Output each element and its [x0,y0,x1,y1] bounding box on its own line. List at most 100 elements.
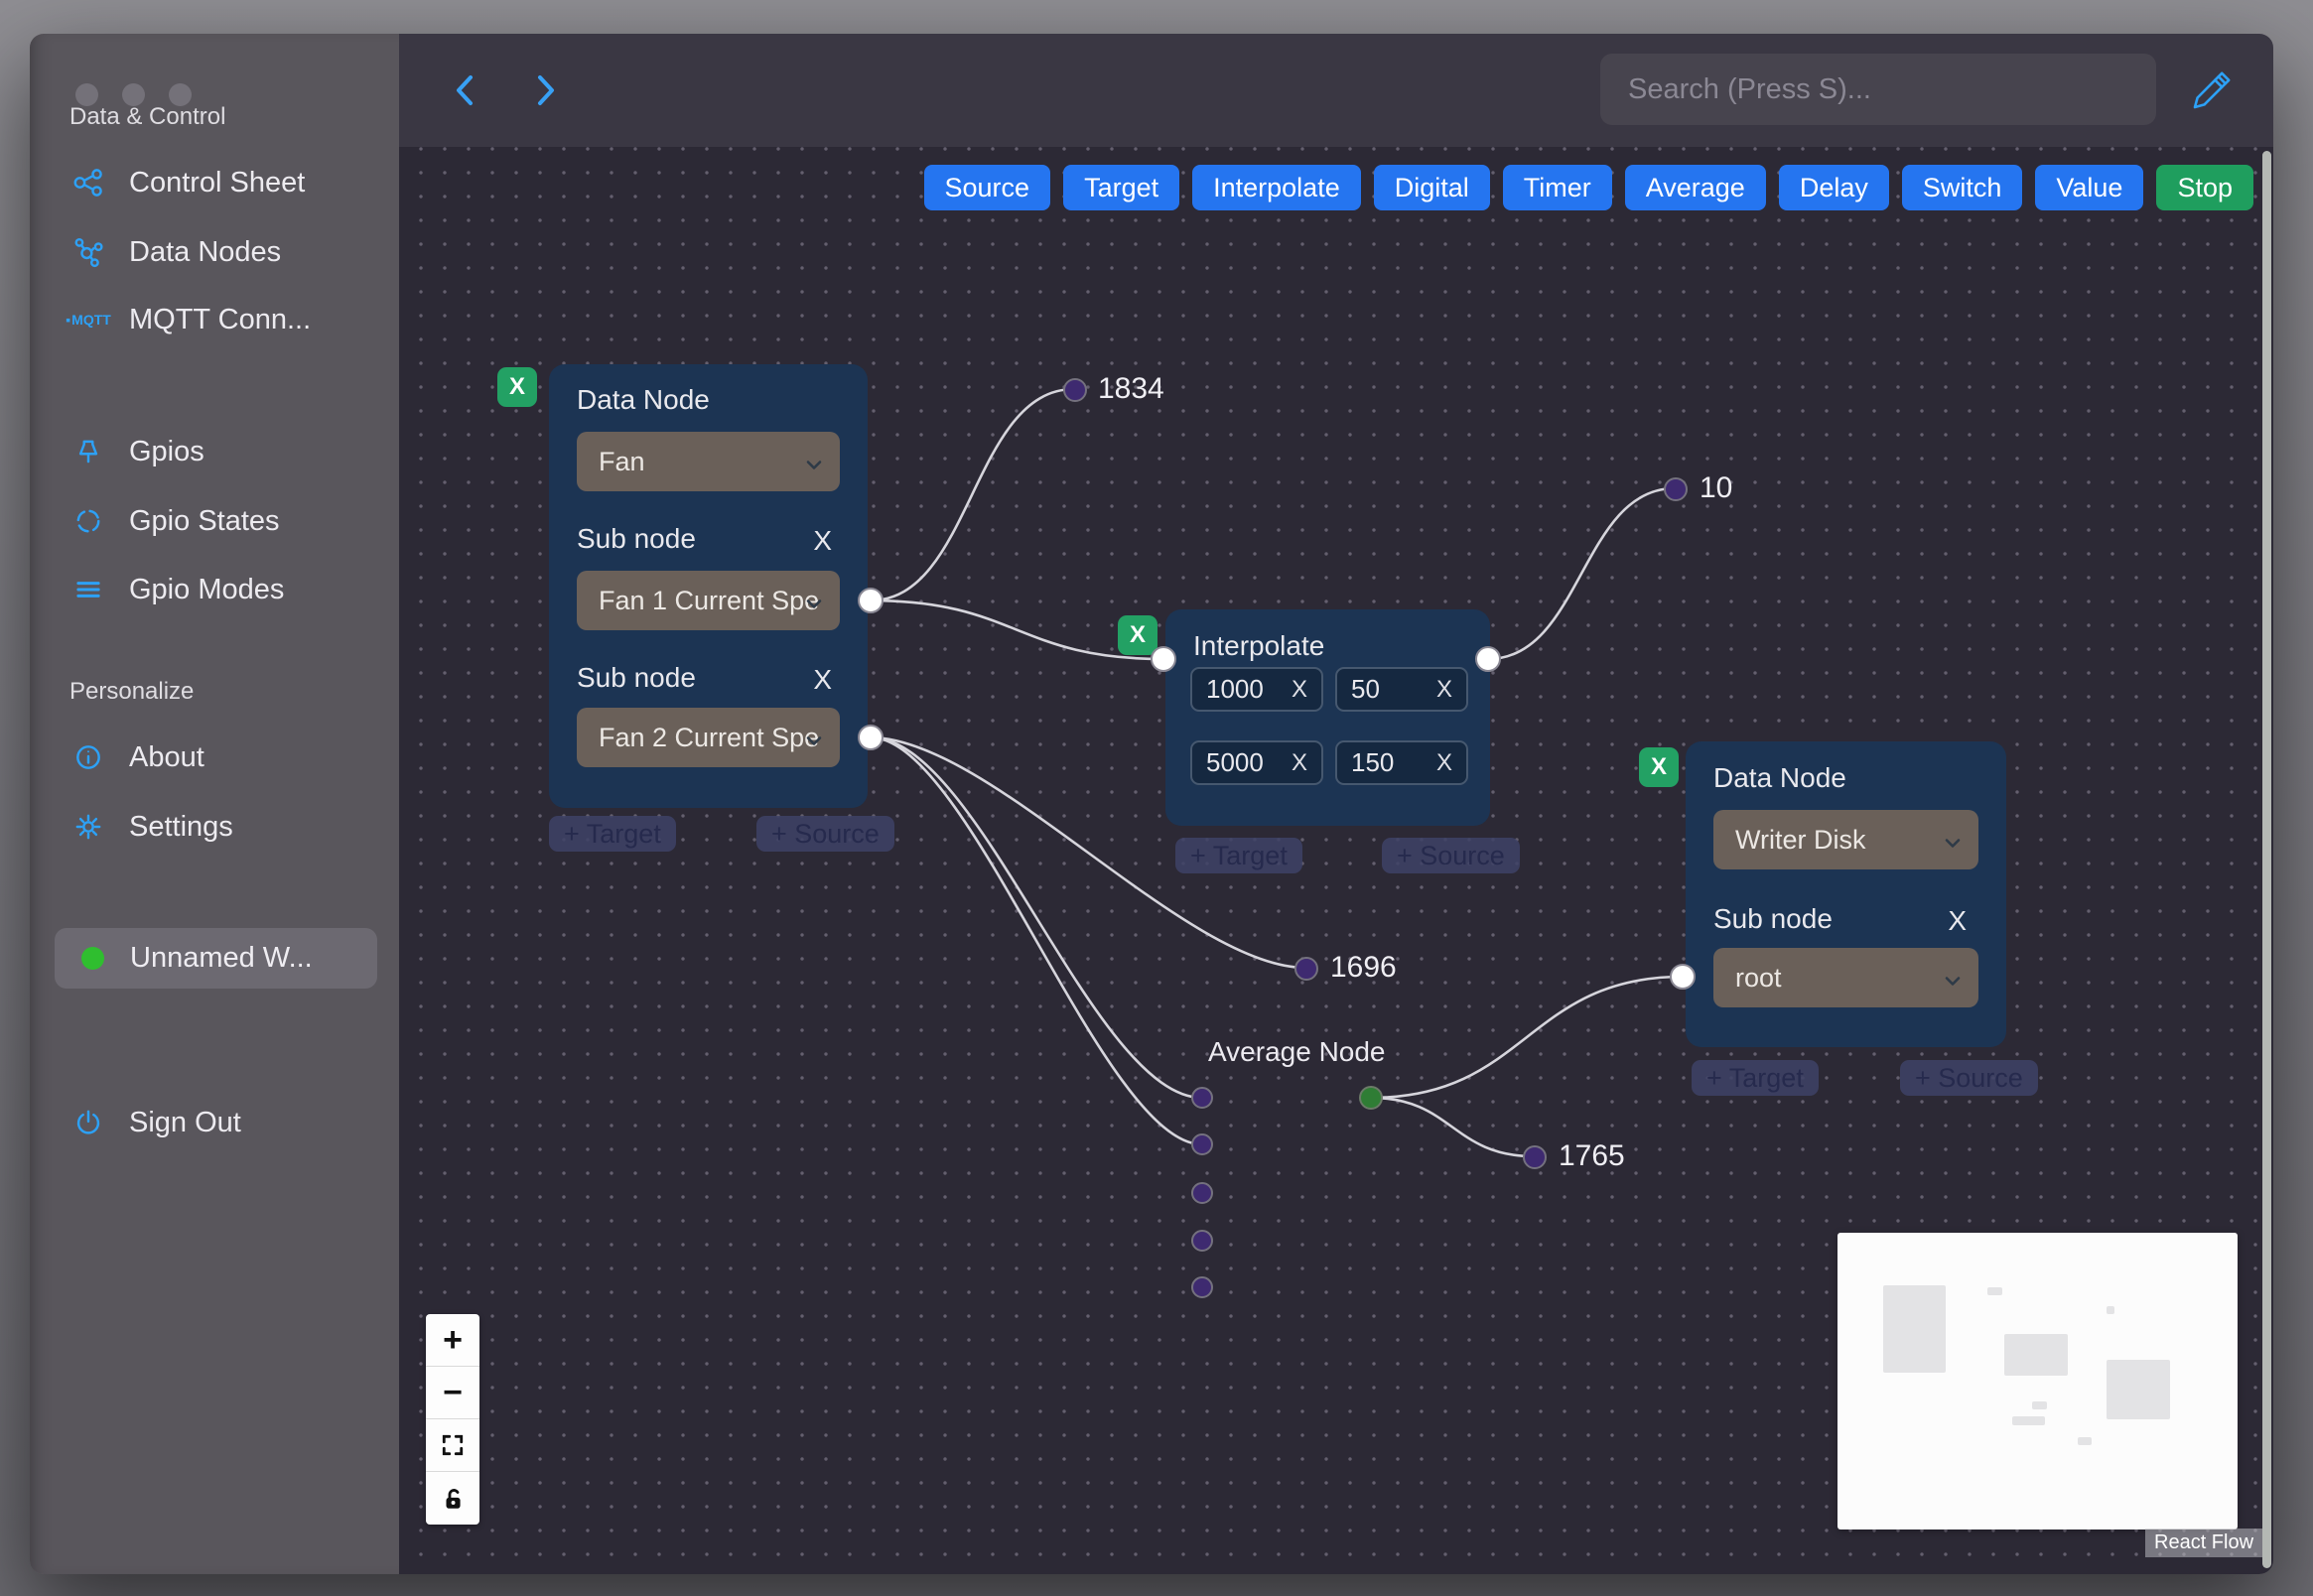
toolbar-button-delay[interactable]: Delay [1778,165,1889,210]
clear-input-button[interactable]: X [1436,749,1452,777]
edge-value-label: 1765 [1559,1139,1625,1172]
sub-node-label: Sub node [577,523,696,554]
delete-node-button[interactable]: X [497,367,537,407]
sub-node-select[interactable]: Fan 1 Current Spe [577,571,840,630]
input-value: 1000 [1206,674,1264,704]
sidebar-item-gpio-modes[interactable]: Gpio Modes [69,571,284,608]
value-endpoint-handle[interactable] [1523,1145,1547,1169]
node-toolbar: Source Target Interpolate Digital Timer … [923,165,2253,210]
value-endpoint-handle[interactable] [1063,378,1087,402]
value-endpoint-handle[interactable] [1294,957,1318,981]
workspace-status-dot [81,947,104,970]
flow-canvas[interactable]: Source Target Interpolate Digital Timer … [399,147,2273,1574]
sub-node-label: Sub node [577,662,696,693]
toolbar-button-average[interactable]: Average [1624,165,1766,210]
add-target-button[interactable]: + Target [549,816,676,852]
sidebar-item-sign-out[interactable]: Sign Out [69,1104,241,1141]
sidebar-item-workspace-selected[interactable]: Unnamed W... [55,928,377,989]
remove-sub-node-button[interactable]: X [1948,905,1967,937]
target-handle[interactable] [1191,1133,1213,1155]
clear-input-button[interactable]: X [1292,749,1307,777]
clear-input-button[interactable]: X [1436,676,1452,704]
delete-node-button[interactable]: X [1639,747,1679,787]
target-handle[interactable] [1191,1087,1213,1109]
toolbar-button-switch[interactable]: Switch [1901,165,2023,210]
target-handle[interactable] [1191,1230,1213,1252]
lock-button[interactable] [426,1472,479,1525]
minimap-node [2004,1334,2068,1376]
target-handle[interactable] [1191,1182,1213,1204]
node-title: Data Node [577,384,710,415]
sidebar-item-label: Sign Out [129,1106,241,1138]
interpolate-input[interactable]: 50 X [1335,667,1468,712]
value-endpoint-handle[interactable] [1664,477,1688,501]
target-handle[interactable] [1151,646,1176,672]
edge [870,387,1075,602]
toolbar-button-source[interactable]: Source [923,165,1051,210]
add-target-button[interactable]: + Target [1692,1060,1819,1096]
delete-node-button[interactable]: X [1118,615,1157,655]
clear-input-button[interactable]: X [1292,676,1307,704]
sidebar-item-settings[interactable]: Settings [69,808,233,846]
react-flow-attribution[interactable]: React Flow [2145,1529,2263,1557]
menu-lines-icon [69,571,107,608]
interpolate-node[interactable]: Interpolate 1000 X 50 X 5000 X 150 X [1165,609,1490,826]
input-value: 5000 [1206,747,1264,777]
source-handle[interactable] [858,725,884,750]
add-source-button[interactable]: + Source [756,816,894,852]
vertical-scrollbar[interactable] [2262,151,2271,1568]
toolbar-button-interpolate[interactable]: Interpolate [1192,165,1361,210]
minimap-node [2078,1437,2092,1445]
remove-sub-node-button[interactable]: X [813,664,832,696]
sub-node-select[interactable]: root [1713,948,1978,1007]
sidebar-item-data-nodes[interactable]: Data Nodes [69,233,281,271]
sidebar-item-label: Gpio Modes [129,573,285,605]
minimap-node [2032,1401,2047,1409]
zoom-in-button[interactable]: + [426,1314,479,1367]
zoom-out-button[interactable]: − [426,1367,479,1419]
toolbar-button-digital[interactable]: Digital [1373,165,1490,210]
target-handle[interactable] [1191,1276,1213,1298]
select-value: Fan 2 Current Spe [599,722,820,752]
source-handle[interactable] [1359,1086,1383,1110]
minimap-node [2107,1306,2114,1314]
fit-view-button[interactable] [426,1419,479,1472]
node-type-select[interactable]: Fan [577,432,840,491]
forward-button[interactable] [526,69,564,111]
toolbar-button-target[interactable]: Target [1063,165,1180,210]
node-type-select[interactable]: Writer Disk [1713,810,1978,869]
toolbar-button-value[interactable]: Value [2035,165,2144,210]
add-target-button[interactable]: + Target [1175,838,1302,873]
toolbar-button-timer[interactable]: Timer [1502,165,1612,210]
sidebar-item-control-sheet[interactable]: Control Sheet [69,164,305,201]
chevron-down-icon [806,586,822,616]
source-handle[interactable] [858,588,884,613]
toolbar-button-stop[interactable]: Stop [2156,165,2253,210]
interpolate-input[interactable]: 150 X [1335,740,1468,785]
minimap-node [2107,1360,2170,1419]
minimap[interactable] [1837,1233,2238,1530]
interpolate-input[interactable]: 5000 X [1190,740,1323,785]
add-source-button[interactable]: + Source [1900,1060,2038,1096]
pin-icon [69,433,107,470]
sidebar-item-about[interactable]: About [69,738,204,776]
target-handle[interactable] [1670,964,1696,990]
add-source-button[interactable]: + Source [1382,838,1520,873]
sidebar-item-gpios[interactable]: Gpios [69,433,204,470]
sitemap-icon [69,164,107,201]
interpolate-input[interactable]: 1000 X [1190,667,1323,712]
sub-node-select[interactable]: Fan 2 Current Spe [577,708,840,767]
data-node-writer-disk[interactable]: Data Node Writer Disk Sub node X root [1686,741,2006,1047]
select-value: Fan [599,446,645,476]
section-header-data-control: Data & Control [69,103,226,130]
info-icon [69,738,107,776]
data-node-fan[interactable]: Data Node Fan Sub node X Fan 1 Current S… [549,364,868,808]
edit-pencil-icon[interactable] [2184,64,2234,115]
back-button[interactable] [447,69,484,111]
sidebar-item-gpio-states[interactable]: Gpio States [69,502,280,540]
search-input[interactable] [1600,54,2156,125]
source-handle[interactable] [1475,646,1501,672]
sidebar-item-mqtt-conn[interactable]: MQTT MQTT Conn... [69,301,311,338]
remove-sub-node-button[interactable]: X [813,525,832,557]
minimap-node [1883,1285,1946,1373]
